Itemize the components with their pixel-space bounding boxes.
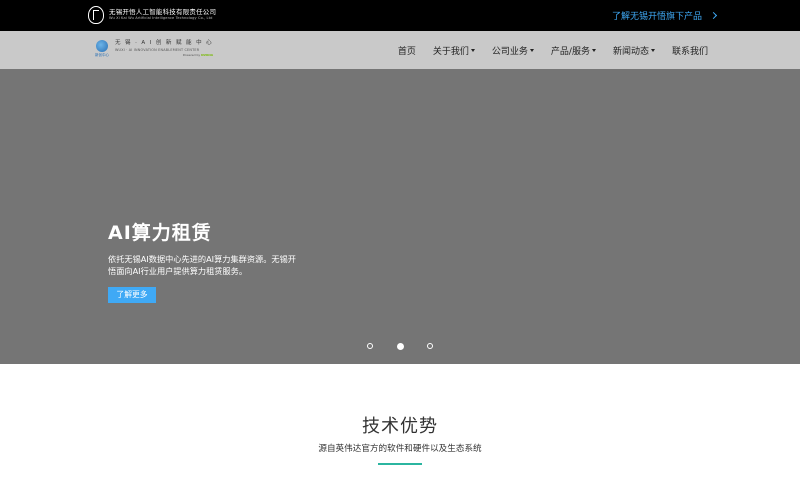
globe-icon bbox=[96, 40, 108, 52]
carousel-dot-3[interactable] bbox=[427, 343, 433, 349]
powered-by: Powered by NVIDIA bbox=[182, 52, 214, 57]
carousel-dot-1[interactable] bbox=[367, 343, 373, 349]
chevron-right-icon bbox=[709, 11, 718, 20]
section-title: 技术优势 bbox=[362, 416, 438, 437]
center-name-en: WUXI · AI INNOVATION ENABLEMENT CENTER bbox=[115, 47, 200, 52]
nav-item-news[interactable]: 新闻动态 bbox=[613, 44, 655, 57]
nav-item-about[interactable]: 关于我们 bbox=[433, 44, 475, 57]
learn-more-button[interactable]: 了解更多 bbox=[108, 287, 156, 303]
kaiwu-logo-icon bbox=[88, 6, 104, 24]
products-link-label: 了解无锡开悟旗下产品 bbox=[611, 12, 702, 22]
caret-down-icon bbox=[650, 48, 655, 52]
hero-carousel: AI算力租赁 依托无锡AI数据中心先进的AI算力集群资源。无锡开悟面向AI行业用… bbox=[0, 69, 800, 364]
center-name-cn: 无 锡 · A I 创 新 赋 能 中 心 bbox=[115, 40, 214, 46]
center-logo-badge: 新创中心 bbox=[95, 40, 111, 60]
section-divider bbox=[378, 463, 422, 465]
caret-down-icon bbox=[591, 48, 596, 52]
caret-down-icon bbox=[529, 48, 534, 52]
nav-item-contact[interactable]: 联系我们 bbox=[672, 44, 708, 57]
center-logo[interactable]: 新创中心 无 锡 · A I 创 新 赋 能 中 心 WUXI · AI INN… bbox=[95, 40, 213, 60]
caret-down-icon bbox=[470, 48, 475, 52]
nav-menu: 首页 关于我们 公司业务 产品/服务 新闻动态 联系我们 bbox=[381, 31, 708, 69]
company-name-cn: 无锡开悟人工智能科技有限责任公司 bbox=[109, 7, 217, 16]
top-bar: 无锡开悟人工智能科技有限责任公司 Wu Xi Kai Wu Artificial… bbox=[0, 0, 800, 31]
hero-title: AI算力租赁 bbox=[108, 222, 212, 244]
carousel-dot-2[interactable] bbox=[396, 342, 404, 350]
nav-item-business[interactable]: 公司业务 bbox=[492, 44, 534, 57]
center-logo-badge-text: 新创中心 bbox=[95, 53, 109, 57]
carousel-indicators bbox=[0, 342, 800, 351]
products-link[interactable]: 了解无锡开悟旗下产品 bbox=[611, 9, 718, 22]
section-subtitle: 源自英伟达官方的软件和硬件以及生态系统 bbox=[318, 444, 482, 454]
nav-item-products[interactable]: 产品/服务 bbox=[551, 44, 596, 57]
nav-item-home[interactable]: 首页 bbox=[398, 44, 416, 57]
main-navbar: 新创中心 无 锡 · A I 创 新 赋 能 中 心 WUXI · AI INN… bbox=[0, 31, 800, 69]
company-name-en: Wu Xi Kai Wu Artificial Intelligence Tec… bbox=[109, 16, 213, 21]
hero-description: 依托无锡AI数据中心先进的AI算力集群资源。无锡开悟面向AI行业用户提供算力租赁… bbox=[108, 254, 296, 276]
company-logo[interactable]: 无锡开悟人工智能科技有限责任公司 Wu Xi Kai Wu Artificial… bbox=[88, 6, 216, 24]
nvidia-brand: NVIDIA bbox=[201, 52, 214, 57]
